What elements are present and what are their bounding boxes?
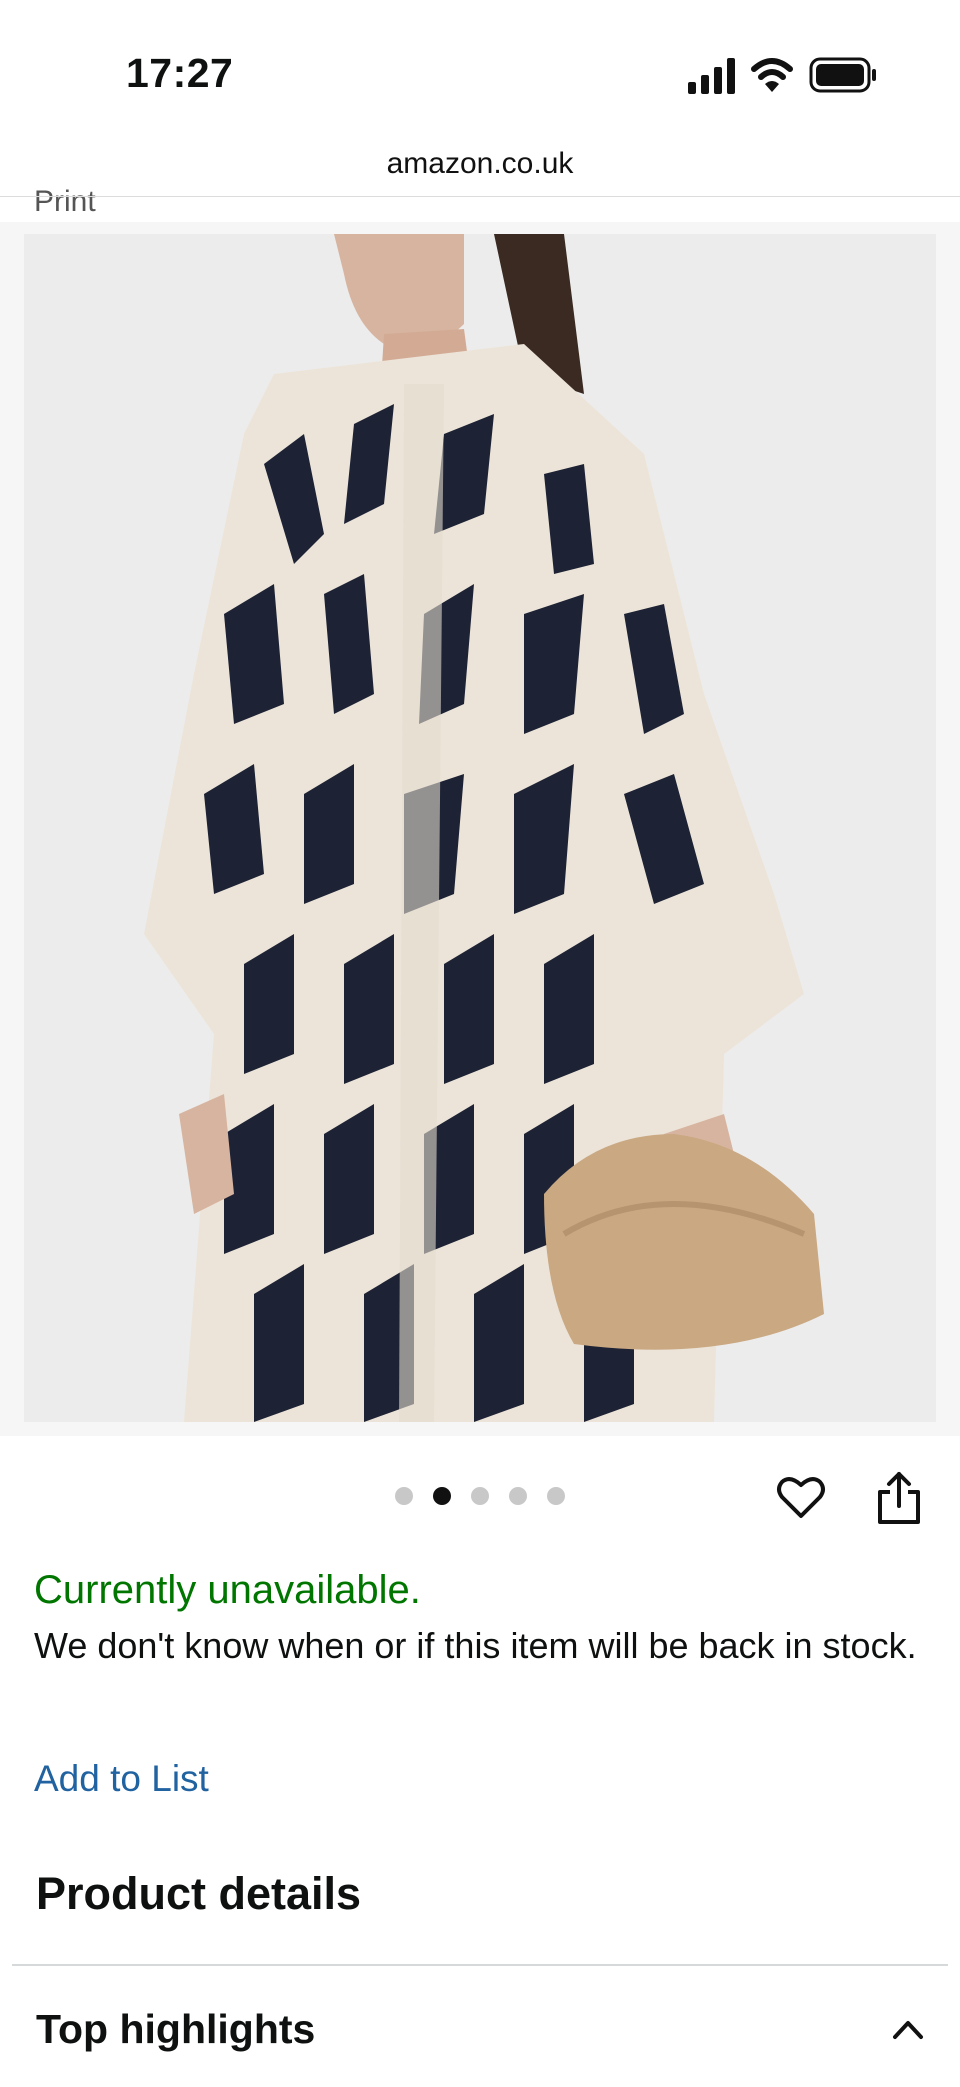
availability-note: We don't know when or if this item will … — [34, 1625, 917, 1666]
top-highlights-toggle[interactable]: Top highlights — [36, 2006, 315, 2053]
carousel-dot[interactable] — [509, 1487, 527, 1505]
carousel-dot-active[interactable] — [433, 1487, 451, 1505]
add-to-list-link[interactable]: Add to List — [34, 1758, 209, 1800]
wifi-icon — [751, 58, 793, 92]
heart-icon[interactable] — [776, 1472, 826, 1522]
product-details-heading: Product details — [36, 1868, 362, 1919]
section-divider — [12, 1964, 948, 1966]
signal-icon — [688, 58, 735, 94]
carousel-dot[interactable] — [471, 1487, 489, 1505]
availability-status: Currently unavailable. — [34, 1568, 421, 1612]
url-divider — [0, 196, 960, 197]
chevron-up-icon[interactable] — [890, 2012, 926, 2048]
status-bar: 17:27 — [0, 0, 960, 140]
url-bar[interactable]: amazon.co.uk — [0, 140, 960, 196]
share-icon[interactable] — [874, 1470, 924, 1526]
carousel-dots[interactable] — [395, 1487, 565, 1505]
carousel-dot[interactable] — [547, 1487, 565, 1505]
variant-label: Print — [34, 185, 96, 216]
battery-icon — [809, 57, 876, 93]
status-time: 17:27 — [126, 50, 234, 96]
carousel-dot[interactable] — [395, 1487, 413, 1505]
product-image[interactable] — [24, 234, 936, 1422]
product-photo-icon — [24, 234, 936, 1422]
